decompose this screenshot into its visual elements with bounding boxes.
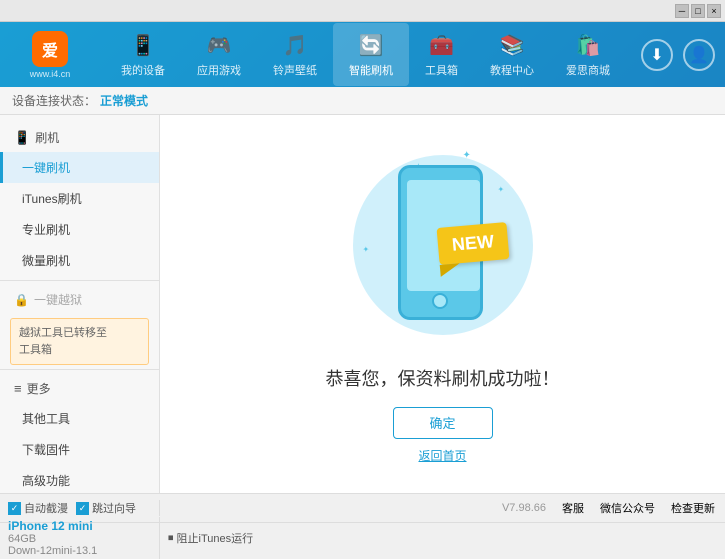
header: 爱 www.i4.cn 📱 我的设备 🎮 应用游戏 🎵 铃声壁纸 🔄 智能刷机 … — [0, 22, 725, 87]
guide-check: ✓ — [76, 502, 89, 515]
sidebar-notice: 越狱工具已转移至工具箱 — [10, 318, 149, 365]
nav-toolbox[interactable]: 🧰 工具箱 — [409, 23, 474, 86]
logo: 爱 www.i4.cn — [10, 31, 90, 79]
device-name: iPhone 12 mini — [8, 519, 151, 533]
sidebar-divider-2 — [0, 369, 159, 370]
ringtones-label: 铃声壁纸 — [273, 62, 317, 78]
main-layout: 📱 刷机 一键刷机 iTunes刷机 专业刷机 微量刷机 🔒 一键越狱 越狱工具… — [0, 115, 725, 493]
more-section-title: 更多 — [27, 380, 51, 397]
status-value: 正常模式 — [100, 92, 148, 109]
sidebar-item-pro-flash[interactable]: 专业刷机 — [0, 214, 159, 245]
auto-flash-checkbox[interactable]: ✓ 自动截漫 — [8, 500, 68, 516]
more-section-icon: ≡ — [14, 381, 22, 396]
lock-icon: 🔒 — [14, 293, 29, 307]
confirm-button[interactable]: 确定 — [393, 407, 493, 439]
apps-games-label: 应用游戏 — [197, 62, 241, 78]
footer-right: V7.98.66 客服 微信公众号 检查更新 — [502, 500, 725, 516]
maximize-button[interactable]: □ — [691, 4, 705, 18]
nav-store[interactable]: 🛍️ 爱思商城 — [550, 23, 626, 86]
sidebar-section-more: ≡ 更多 — [0, 374, 159, 403]
device-area: iPhone 12 mini 64GB Down-12mini-13.1 — [0, 517, 160, 559]
bottom-bottom: iPhone 12 mini 64GB Down-12mini-13.1 ⏹ 阻… — [0, 523, 725, 553]
auto-flash-check: ✓ — [8, 502, 21, 515]
nav-ringtones[interactable]: 🎵 铃声壁纸 — [257, 23, 333, 86]
sidebar-item-itunes-flash[interactable]: iTunes刷机 — [0, 183, 159, 214]
stop-itunes-icon: ⏹ — [168, 532, 174, 545]
go-back-link[interactable]: 返回首页 — [418, 447, 466, 464]
title-bar: ─ □ × — [0, 0, 725, 22]
smart-flash-label: 智能刷机 — [349, 62, 393, 78]
download-button[interactable]: ⬇ — [641, 39, 673, 71]
sidebar-section-flash: 📱 刷机 — [0, 123, 159, 152]
sparkle-2: ✦ — [463, 150, 471, 161]
toolbox-icon: 🧰 — [428, 31, 456, 59]
jailbreak-label: 一键越狱 — [34, 291, 82, 308]
guide-label: 跳过向导 — [92, 500, 136, 516]
nav-apps-games[interactable]: 🎮 应用游戏 — [181, 23, 257, 86]
toolbox-label: 工具箱 — [425, 62, 458, 78]
nav-bar: 📱 我的设备 🎮 应用游戏 🎵 铃声壁纸 🔄 智能刷机 🧰 工具箱 📚 教程中心… — [90, 23, 641, 86]
version-text: V7.98.66 — [502, 502, 546, 514]
ringtones-icon: 🎵 — [281, 31, 309, 59]
flash-section-icon: 📱 — [14, 130, 30, 146]
status-bar: 设备连接状态： 正常模式 — [0, 87, 725, 115]
nav-tutorials[interactable]: 📚 教程中心 — [474, 23, 550, 86]
device-storage: 64GB — [8, 533, 151, 545]
close-button[interactable]: × — [707, 4, 721, 18]
minimize-button[interactable]: ─ — [675, 4, 689, 18]
nav-smart-flash[interactable]: 🔄 智能刷机 — [333, 23, 409, 86]
smart-flash-icon: 🔄 — [357, 31, 385, 59]
sparkle-4: ✦ — [363, 245, 370, 254]
main-content: ✦ ✦ ✦ ✦ NEW 恭喜您，保资料刷机成功啦！ 确定 返回首页 — [160, 115, 725, 493]
sidebar-locked-jailbreak: 🔒 一键越狱 — [0, 285, 159, 314]
new-badge: NEW — [436, 222, 509, 265]
success-message: 恭喜您，保资料刷机成功啦！ — [326, 365, 560, 391]
apps-games-icon: 🎮 — [205, 31, 233, 59]
sidebar-divider-1 — [0, 280, 159, 281]
checkbox-area: ✓ 自动截漫 ✓ 跳过向导 — [0, 500, 160, 516]
tutorials-label: 教程中心 — [490, 62, 534, 78]
status-label: 设备连接状态： — [12, 92, 96, 109]
store-icon: 🛍️ — [574, 31, 602, 59]
auto-flash-label: 自动截漫 — [24, 500, 68, 516]
guide-checkbox[interactable]: ✓ 跳过向导 — [76, 500, 136, 516]
flash-section-title: 刷机 — [35, 129, 59, 146]
sidebar-item-micro-flash[interactable]: 微量刷机 — [0, 245, 159, 276]
sidebar-item-other-tools[interactable]: 其他工具 — [0, 403, 159, 434]
stop-itunes-label: 阻止iTunes运行 — [177, 530, 254, 546]
user-button[interactable]: 👤 — [683, 39, 715, 71]
my-device-icon: 📱 — [129, 31, 157, 59]
bottom-bar: ✓ 自动截漫 ✓ 跳过向导 V7.98.66 客服 微信公众号 检查更新 iPh… — [0, 493, 725, 553]
sidebar-item-download-firmware[interactable]: 下载固件 — [0, 434, 159, 465]
phone-illustration: ✦ ✦ ✦ ✦ NEW — [343, 145, 543, 345]
device-firmware: Down-12mini-13.1 — [8, 545, 151, 557]
my-device-label: 我的设备 — [121, 62, 165, 78]
sidebar-item-advanced[interactable]: 高级功能 — [0, 465, 159, 493]
logo-icon: 爱 — [32, 31, 68, 67]
store-label: 爱思商城 — [566, 62, 610, 78]
sidebar-item-one-key-flash[interactable]: 一键刷机 — [0, 152, 159, 183]
phone-home-button — [432, 293, 448, 309]
tutorials-icon: 📚 — [498, 31, 526, 59]
check-update-link[interactable]: 检查更新 — [671, 500, 715, 516]
window-controls[interactable]: ─ □ × — [675, 4, 721, 18]
logo-text: www.i4.cn — [30, 69, 71, 79]
wechat-link[interactable]: 微信公众号 — [600, 500, 655, 516]
customer-service-link[interactable]: 客服 — [562, 500, 584, 516]
stop-itunes-button[interactable]: ⏹ 阻止iTunes运行 — [160, 530, 261, 546]
sparkle-3: ✦ — [498, 185, 505, 194]
nav-my-device[interactable]: 📱 我的设备 — [105, 23, 181, 86]
sidebar: 📱 刷机 一键刷机 iTunes刷机 专业刷机 微量刷机 🔒 一键越狱 越狱工具… — [0, 115, 160, 493]
header-right: ⬇ 👤 — [641, 39, 715, 71]
